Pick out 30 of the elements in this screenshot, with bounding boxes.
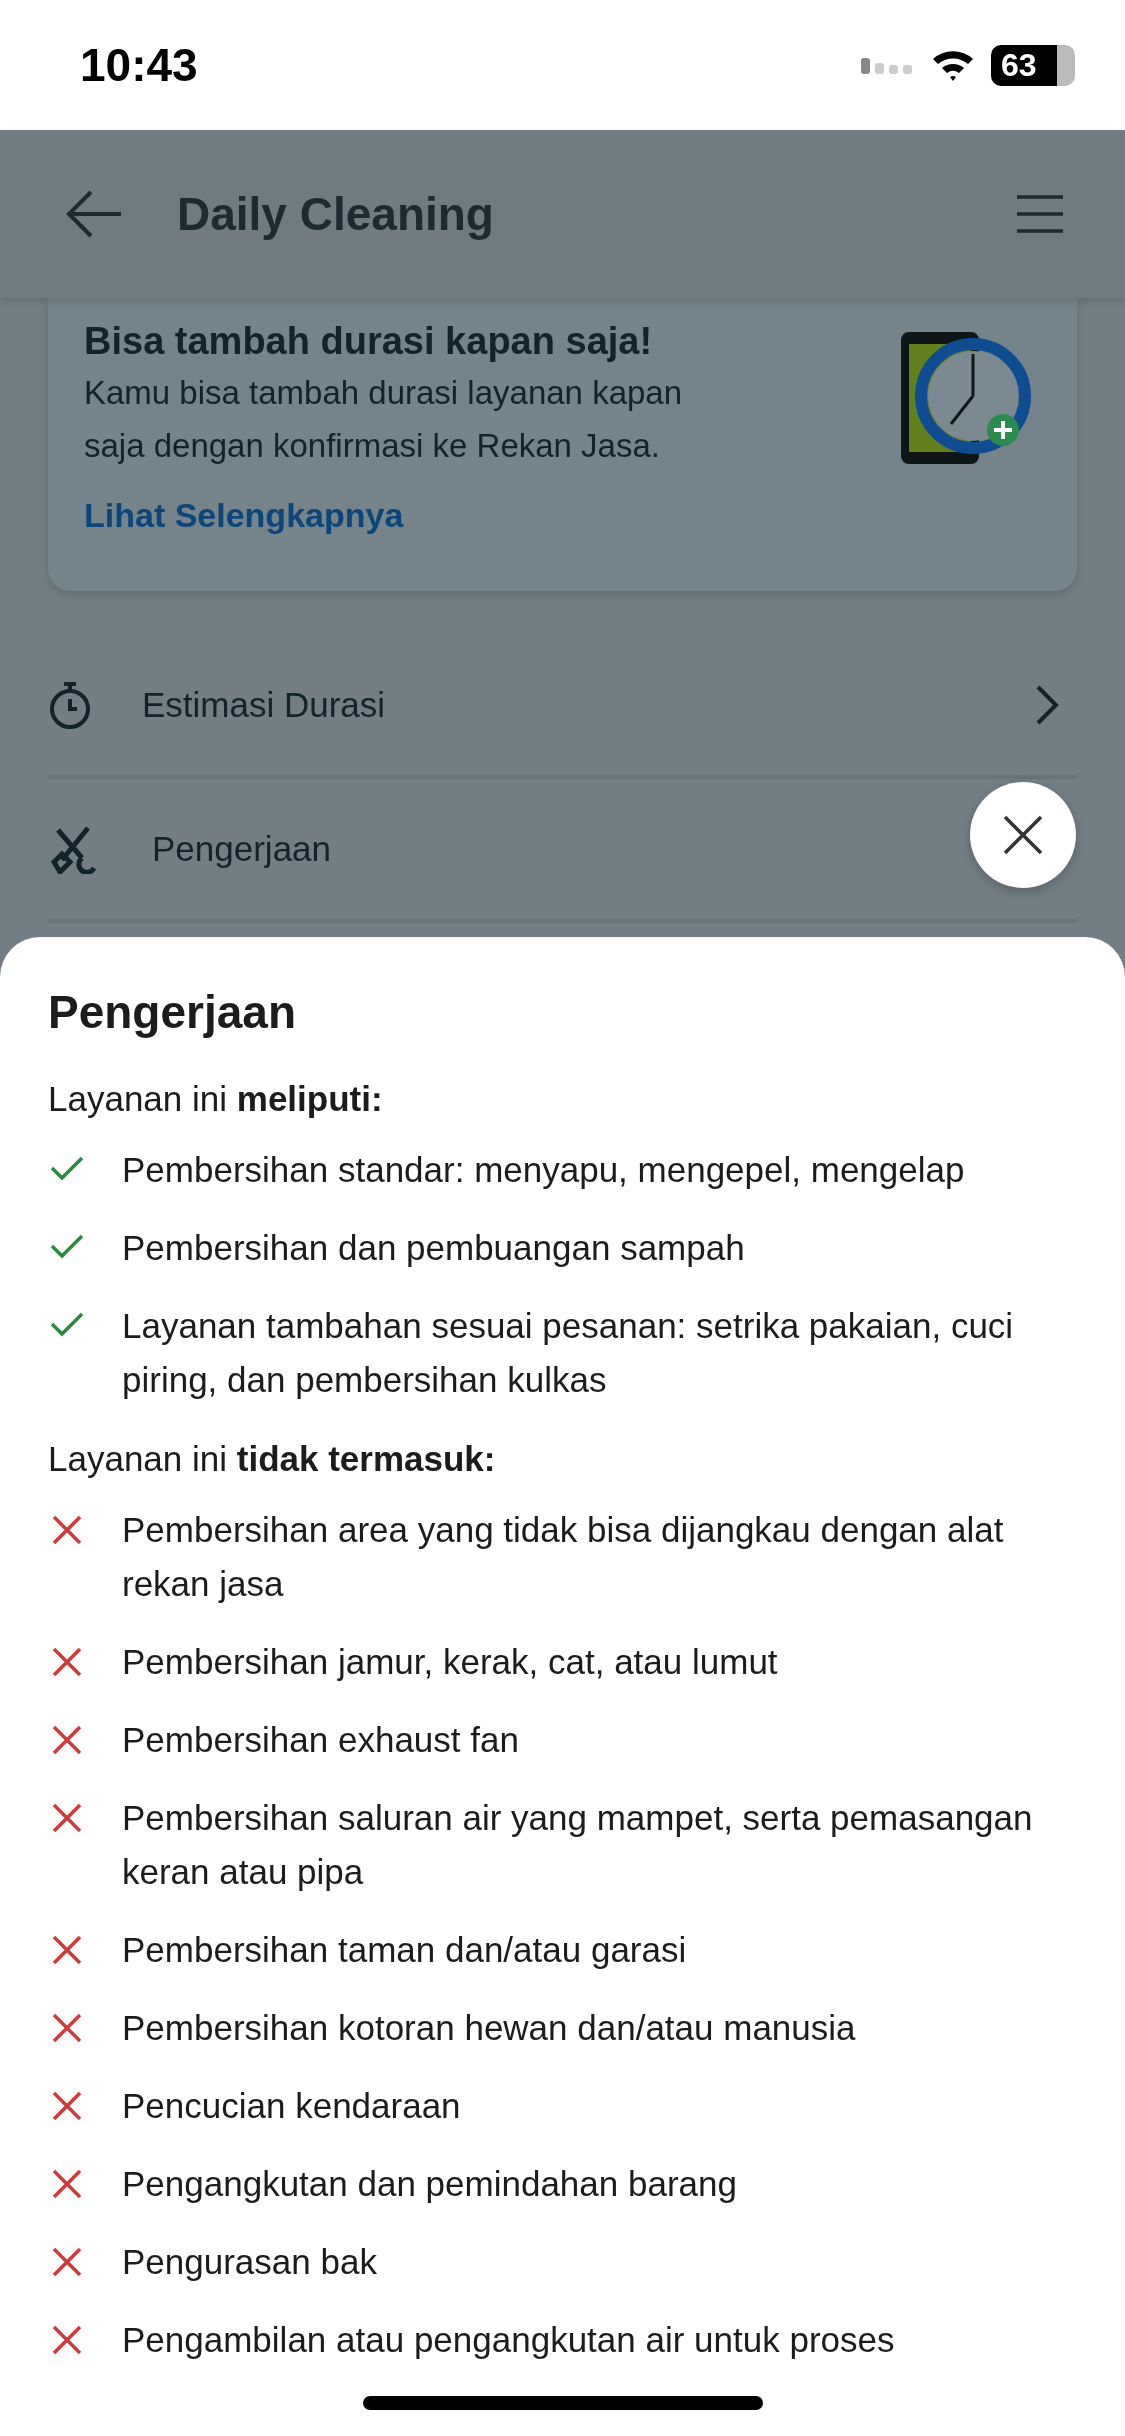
list-item-text: Pembersihan exhaust fan [122, 1719, 519, 1761]
promo-text: Kamu bisa tambah durasi layanan kapan saja dengan konfirmasi ke Rekan Jasa. [84, 373, 684, 466]
stopwatch-icon [48, 680, 92, 730]
list-item-text: Layanan tambahan sesuai pesanan: setrika pakaian, cuci piring, dan pembersihan kulkas [122, 1305, 1015, 1401]
section-heading: Layanan ini meliputi: [48, 1079, 384, 1119]
menu-row[interactable]: Estimasi Durasi [48, 635, 1077, 779]
list-item-text: Pembersihan kotoran hewan dan/atau manusia [122, 2007, 856, 2049]
list-item-text: Pembersihan standar: menyapu, mengepel, mengelap [122, 1149, 965, 1191]
sheet-title: Pengerjaan [48, 985, 297, 1039]
list-item-text: Pengangkutan dan pemindahan barang [122, 2163, 737, 2205]
status-time: 10:43 [80, 38, 198, 92]
promo-title: Bisa tambah durasi kapan saja! [84, 319, 654, 364]
page-title: Daily Cleaning [177, 187, 495, 241]
wifi-icon [931, 48, 975, 82]
list-item-text: Pengurasan bak [122, 2241, 377, 2283]
section-heading: Layanan ini tidak termasuk: [48, 1439, 497, 1479]
close-icon [1003, 815, 1043, 855]
signal-icon [861, 56, 915, 74]
menu-label: Pengerjaan [152, 829, 332, 869]
list-item-text: Pengambilan atau pengangkutan air untuk proses [122, 2319, 895, 2361]
list-item-text: Pembersihan saluran air yang mampet, serta pemasangan keran atau pipa [122, 1797, 1034, 1893]
list-item-text: Pencucian kendaraan [122, 2085, 461, 2127]
menu-icon[interactable] [1015, 194, 1065, 234]
list-item-text: Pembersihan taman dan/atau garasi [122, 1929, 687, 1971]
list-item-text: Pembersihan area yang tidak bisa dijangkau dengan alat rekan jasa [122, 1509, 1005, 1605]
list-item-text: Pembersihan jamur, kerak, cat, atau lumut [122, 1641, 778, 1683]
menu-label: Estimasi Durasi [142, 685, 386, 725]
list-item-text: Pembersihan dan pembuangan sampah [122, 1227, 745, 1269]
see-more-link[interactable]: Lihat Selengkapnya [84, 496, 744, 535]
battery-indicator: 63 [991, 44, 1075, 86]
